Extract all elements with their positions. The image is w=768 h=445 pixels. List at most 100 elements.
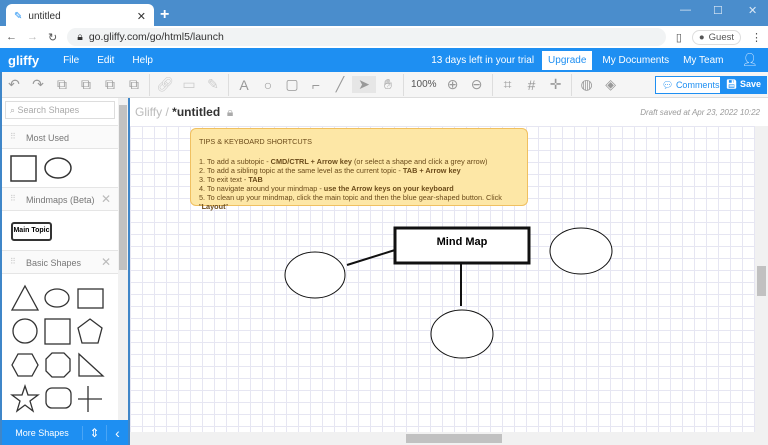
drag-handle-icon[interactable]: ⠿ [10,257,16,266]
canvas-vertical-scrollbar[interactable] [755,126,768,432]
menu-help[interactable]: Help [132,55,153,66]
square-shape[interactable] [44,318,71,345]
reload-icon[interactable]: ↻ [48,31,57,44]
search-shapes-input[interactable]: ⌕ Search Shapes [5,101,115,119]
vertical-scroll-thumb[interactable] [757,266,766,296]
undo-icon[interactable]: ↶ [2,76,26,93]
line-tool-icon[interactable]: ╱ [328,76,352,93]
minimize-icon[interactable]: — [680,4,691,16]
menu-edit[interactable]: Edit [97,55,114,66]
section-basic-shapes[interactable]: ⠿ Basic Shapes ✕ [2,250,119,274]
grid-icon[interactable]: # [520,77,544,93]
browser-menu-icon[interactable]: ⋮ [751,31,762,44]
ellipse-shape[interactable] [44,288,70,308]
browser-tab[interactable]: ✎ untitled ✕ [6,4,154,28]
breadcrumb: Gliffy / *untitled 🔒︎ Draft saved at Apr… [130,98,768,126]
connector-tool-icon[interactable]: ⌐ [304,77,328,93]
snap-grid-icon[interactable]: ⌗ [496,76,520,93]
profile-button[interactable]: ● Guest [691,29,741,45]
ellipse-shape[interactable] [44,157,72,179]
collapse-sidebar-icon[interactable]: ‹ [106,424,128,441]
pentagon-shape[interactable] [77,318,103,344]
redo-icon[interactable]: ↷ [26,76,50,93]
note-icon[interactable]: ▭ [177,76,201,93]
save-button[interactable]: 💾︎ Save [720,76,767,94]
canvas-horizontal-scrollbar[interactable] [130,432,768,445]
link-icon[interactable]: 🔗︎ [153,76,177,93]
horizontal-scroll-thumb[interactable] [406,434,502,443]
zoom-select[interactable]: 100% [411,79,437,90]
rectangle-shape[interactable] [10,155,37,182]
collapse-all-icon[interactable]: ⇕ [82,425,106,440]
my-documents-link[interactable]: My Documents [602,55,669,66]
hand-tool-icon[interactable]: ✋︎ [376,76,400,93]
close-window-icon[interactable]: ✕ [748,4,757,17]
text-tool-icon[interactable]: A [232,77,256,93]
guides-icon[interactable]: ✛ [544,76,568,93]
drag-handle-icon[interactable]: ⠿ [10,194,16,203]
subtopic-node[interactable] [430,309,494,359]
close-section-icon[interactable]: ✕ [101,192,111,206]
cross-shape[interactable] [78,386,102,412]
tip-text: 2. To add a sibling topic at the same le… [199,166,403,175]
section-most-used[interactable]: ⠿ Most Used [2,125,119,149]
user-icon[interactable]: 👤︎ [741,52,758,68]
gliffy-favicon-icon: ✎ [14,10,23,22]
theme-icon[interactable]: ◍ [575,76,599,93]
pointer-tool-icon[interactable]: ➤ [352,76,376,93]
drag-handle-icon[interactable]: ⠿ [10,132,16,141]
app-header: gliffy File Edit Help 13 days left in yo… [0,48,768,72]
subtopic-node[interactable] [284,251,346,299]
gliffy-logo[interactable]: gliffy [8,53,39,68]
right-triangle-shape[interactable] [78,352,105,377]
forward-icon[interactable]: → [27,31,38,43]
new-tab-button[interactable]: + [160,6,169,24]
hexagon-shape[interactable] [11,353,39,377]
avatar-icon: ● [698,31,705,43]
section-title: Mindmaps (Beta) [26,195,95,205]
back-icon[interactable]: ← [6,31,17,43]
rounded-rectangle-shape[interactable] [45,387,72,409]
zoom-out-icon[interactable]: ⊖ [465,76,489,93]
main-topic-shape[interactable]: Main Topic [11,222,52,241]
group-icon[interactable]: ⧉ [50,76,74,93]
url-field[interactable]: 🔒︎ go.gliffy.com/go/html5/launch [67,28,666,46]
layers-icon[interactable]: ◈ [599,76,623,93]
comments-label: Comments [675,80,720,90]
circle-shape[interactable] [12,318,38,344]
eyedropper-icon[interactable]: ✎ [201,76,225,93]
url-text: go.gliffy.com/go/html5/launch [88,31,224,43]
send-back-icon[interactable]: ⧉ [98,76,122,93]
sidepanel-icon[interactable]: ▯ [676,31,682,44]
octagon-shape[interactable] [45,352,71,378]
connector-line[interactable] [346,249,396,266]
ellipse-tool-icon[interactable]: ○ [256,77,280,93]
sidebar-scroll-thumb[interactable] [119,105,127,270]
zoom-in-icon[interactable]: ⊕ [441,76,465,93]
subtopic-node[interactable] [549,227,613,275]
more-shapes-button[interactable]: More Shapes [2,428,82,438]
document-title[interactable]: *untitled [172,105,220,119]
upgrade-button[interactable]: Upgrade [542,50,593,70]
divider [149,73,150,96]
close-tab-icon[interactable]: ✕ [137,10,146,23]
main-topic-label[interactable]: Mind Map [395,236,529,248]
my-team-link[interactable]: My Team [683,55,723,66]
maximize-icon[interactable]: ☐ [713,4,723,17]
breadcrumb-root[interactable]: Gliffy [135,105,162,119]
triangle-shape[interactable] [10,284,40,311]
tip-text: 5. To clean up your mindmap, click the m… [199,193,502,211]
bring-front-icon[interactable]: ⧉ [74,76,98,93]
section-mindmaps[interactable]: ⠿ Mindmaps (Beta) ✕ [2,187,119,211]
rectangle-tool-icon[interactable]: ▢ [280,76,304,93]
comments-button[interactable]: 💬︎ Comments [655,76,727,94]
rectangle-shape[interactable] [77,288,104,309]
search-icon: ⌕ [10,105,18,115]
close-section-icon[interactable]: ✕ [101,255,111,269]
menu-file[interactable]: File [63,55,79,66]
divider [570,73,572,96]
most-used-shapes [10,155,72,182]
ungroup-icon[interactable]: ⧉ [122,76,146,93]
star-shape[interactable] [10,383,40,413]
lock-icon[interactable]: 🔒︎ [227,105,233,120]
